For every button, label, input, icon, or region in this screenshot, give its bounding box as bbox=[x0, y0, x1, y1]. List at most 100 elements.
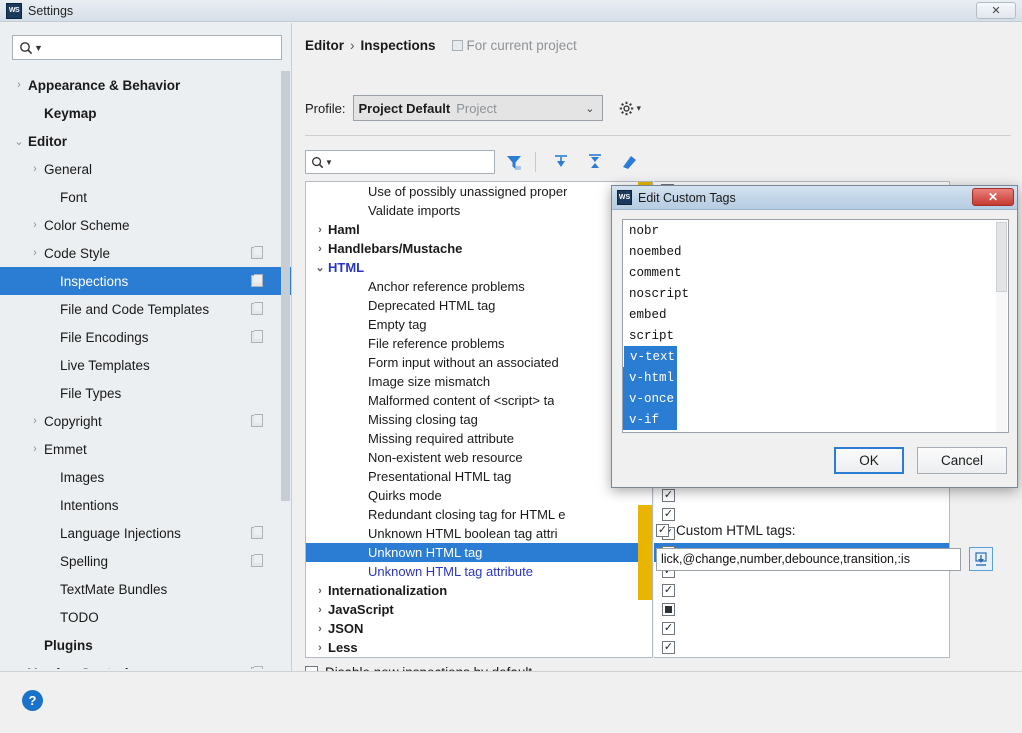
sidebar-item-code-style[interactable]: › Code Style bbox=[0, 239, 291, 267]
sidebar-item-inspections[interactable]: ›Inspections bbox=[0, 267, 291, 295]
edit-custom-tags-icon[interactable] bbox=[969, 547, 993, 571]
sidebar-item-images[interactable]: ›Images bbox=[0, 463, 291, 491]
chevron-down-icon[interactable]: ⌄ bbox=[10, 135, 28, 148]
inspection-row[interactable]: ›Unknown HTML tag attribute bbox=[306, 562, 652, 581]
inspection-row[interactable]: › Internationalization bbox=[306, 581, 652, 600]
inspection-row[interactable]: › Handlebars/Mustache bbox=[306, 239, 652, 258]
custom-html-tags-input[interactable] bbox=[656, 547, 961, 571]
inspection-row[interactable]: › JSON bbox=[306, 619, 652, 638]
close-icon[interactable]: ✕ bbox=[972, 188, 1014, 206]
inspection-row[interactable]: ›Image size mismatch bbox=[306, 372, 652, 391]
expand-all-icon[interactable] bbox=[546, 149, 576, 175]
eraser-icon[interactable] bbox=[614, 149, 644, 175]
chevron-right-icon[interactable]: › bbox=[10, 79, 28, 91]
inspection-checkbox[interactable]: ✓ bbox=[662, 622, 675, 635]
breadcrumb-parent[interactable]: Editor bbox=[305, 38, 344, 53]
custom-tag-item[interactable]: nobr bbox=[623, 220, 1008, 241]
sidebar-item-keymap[interactable]: ›Keymap bbox=[0, 99, 291, 127]
chevron-right-icon[interactable]: › bbox=[312, 604, 328, 616]
sidebar-item-live-templates[interactable]: ›Live Templates bbox=[0, 351, 291, 379]
profile-combobox[interactable]: Project Default Project ⌄ bbox=[353, 95, 604, 121]
chevron-right-icon[interactable]: › bbox=[26, 219, 44, 231]
custom-tag-item[interactable]: v-text bbox=[623, 346, 677, 367]
chevron-right-icon[interactable]: › bbox=[312, 243, 328, 255]
inspection-row[interactable]: ›Form input without an associated bbox=[306, 353, 652, 372]
filter-icon[interactable] bbox=[499, 149, 529, 175]
inspection-row[interactable]: ⌄ HTML bbox=[306, 258, 652, 277]
inspection-checkbox-row[interactable]: ✓ bbox=[654, 619, 949, 638]
sidebar-item-version-control[interactable]: ›Version Control bbox=[0, 659, 291, 669]
chevron-right-icon[interactable]: › bbox=[312, 224, 328, 236]
inspection-row[interactable]: › Less bbox=[306, 638, 652, 657]
inspection-row[interactable]: ›Unknown HTML boolean tag attri bbox=[306, 524, 652, 543]
chevron-down-icon[interactable]: ▼ bbox=[34, 43, 43, 53]
custom-tag-item[interactable]: noscript bbox=[623, 283, 1008, 304]
custom-tag-item[interactable]: embed bbox=[623, 304, 1008, 325]
custom-tags-list[interactable]: nobr noembed comment noscript embed script v-t… bbox=[622, 219, 1009, 433]
sidebar-scrollbar-thumb[interactable] bbox=[281, 71, 290, 501]
inspections-search-input[interactable] bbox=[332, 154, 500, 170]
gear-icon[interactable]: ▾ bbox=[619, 101, 641, 116]
sidebar-item-textmate-bundles[interactable]: ›TextMate Bundles bbox=[0, 575, 291, 603]
sidebar-item-font[interactable]: ›Font bbox=[0, 183, 291, 211]
inspection-checkbox[interactable] bbox=[662, 603, 675, 616]
inspection-row[interactable]: ›Presentational HTML tag bbox=[306, 467, 652, 486]
sidebar-item-emmet[interactable]: › Emmet bbox=[0, 435, 291, 463]
sidebar-item-spelling[interactable]: ›Spelling bbox=[0, 547, 291, 575]
sidebar-item-copyright[interactable]: › Copyright bbox=[0, 407, 291, 435]
collapse-all-icon[interactable] bbox=[580, 149, 610, 175]
inspection-checkbox[interactable]: ✓ bbox=[662, 489, 675, 502]
sidebar-item-file-types[interactable]: ›File Types bbox=[0, 379, 291, 407]
inspection-row[interactable]: ›Missing closing tag bbox=[306, 410, 652, 429]
inspection-checkbox[interactable]: ✓ bbox=[662, 508, 675, 521]
inspection-row[interactable]: ›Quirks mode bbox=[306, 486, 652, 505]
custom-tag-item[interactable]: v-html bbox=[623, 367, 677, 388]
inspection-checkbox-row[interactable] bbox=[654, 600, 949, 619]
inspection-row[interactable]: ›Malformed content of <script> ta bbox=[306, 391, 652, 410]
custom-tag-item[interactable]: v-if bbox=[623, 409, 677, 430]
inspection-row[interactable]: ›Redundant closing tag for HTML e bbox=[306, 505, 652, 524]
chevron-right-icon[interactable]: › bbox=[10, 667, 28, 669]
inspection-row[interactable]: ›Empty tag bbox=[306, 315, 652, 334]
sidebar-item-language-injections[interactable]: ›Language Injections bbox=[0, 519, 291, 547]
sidebar-item-file-encodings[interactable]: ›File Encodings bbox=[0, 323, 291, 351]
dialog-cancel-button[interactable]: Cancel bbox=[917, 447, 1007, 474]
chevron-down-icon[interactable]: ⌄ bbox=[312, 261, 328, 274]
inspection-checkbox[interactable]: ✓ bbox=[662, 584, 675, 597]
help-icon[interactable]: ? bbox=[22, 690, 43, 711]
inspections-search[interactable]: ▼ bbox=[305, 150, 500, 174]
inspection-checkbox-row[interactable]: ✓ bbox=[654, 638, 949, 657]
chevron-down-icon[interactable]: ⌄ bbox=[585, 102, 594, 115]
dialog-ok-button[interactable]: OK bbox=[834, 447, 904, 474]
chevron-down-icon[interactable]: ▼ bbox=[325, 158, 333, 167]
custom-tag-item[interactable]: v-once bbox=[623, 388, 677, 409]
inspection-row[interactable]: ›File reference problems bbox=[306, 334, 652, 353]
inspection-checkbox-row[interactable]: ✓ bbox=[654, 581, 949, 600]
inspection-checkbox[interactable]: ✓ bbox=[662, 641, 675, 654]
custom-tag-item[interactable]: comment bbox=[623, 262, 1008, 283]
inspection-row[interactable]: › Haml bbox=[306, 220, 652, 239]
chevron-right-icon[interactable]: › bbox=[26, 163, 44, 175]
sidebar-item-intentions[interactable]: ›Intentions bbox=[0, 491, 291, 519]
inspection-checkbox-row[interactable]: ✓ bbox=[654, 505, 949, 524]
chevron-right-icon[interactable]: › bbox=[312, 623, 328, 635]
inspection-row[interactable]: ›Missing required attribute bbox=[306, 429, 652, 448]
sidebar-item-editor[interactable]: ⌄ Editor bbox=[0, 127, 291, 155]
sidebar-item-appearance-behavior[interactable]: › Appearance & Behavior bbox=[0, 71, 291, 99]
custom-html-tags-checkbox[interactable]: ✓ bbox=[656, 524, 669, 537]
sidebar-item-color-scheme[interactable]: › Color Scheme bbox=[0, 211, 291, 239]
sidebar-search[interactable]: ▼ bbox=[12, 35, 282, 60]
inspection-row[interactable]: ›Anchor reference problems bbox=[306, 277, 652, 296]
inspection-row[interactable]: ›Unknown HTML tag bbox=[306, 543, 652, 562]
chevron-right-icon[interactable]: › bbox=[26, 247, 44, 259]
sidebar-item-file-and-code-templates[interactable]: ›File and Code Templates bbox=[0, 295, 291, 323]
custom-tag-item[interactable]: script bbox=[623, 325, 1008, 346]
sidebar-item-plugins[interactable]: ›Plugins bbox=[0, 631, 291, 659]
inspection-row[interactable]: ›Non-existent web resource bbox=[306, 448, 652, 467]
custom-tag-item[interactable]: noembed bbox=[623, 241, 1008, 262]
inspection-checkbox-row[interactable]: ✓ bbox=[654, 486, 949, 505]
chevron-right-icon[interactable]: › bbox=[26, 415, 44, 427]
search-input[interactable] bbox=[42, 39, 281, 56]
chevron-right-icon[interactable]: › bbox=[26, 443, 44, 455]
close-icon[interactable]: ✕ bbox=[976, 2, 1016, 19]
